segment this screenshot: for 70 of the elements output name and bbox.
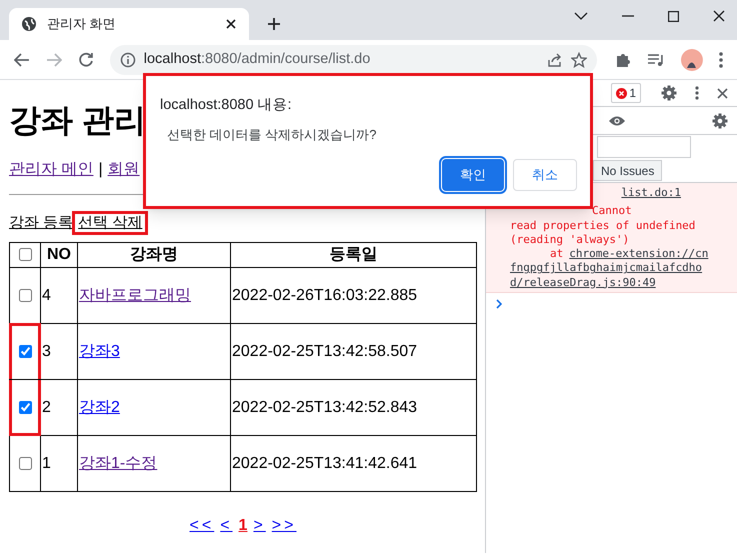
share-icon[interactable] <box>547 52 564 68</box>
row-checkbox[interactable] <box>18 344 32 358</box>
minimize-icon[interactable] <box>622 15 634 17</box>
action-link[interactable]: 강좌 등록 <box>9 214 74 232</box>
page-heading: 강좌 관리 <box>9 101 146 139</box>
course-link[interactable]: 자바프로그래밍 <box>79 286 191 304</box>
settings-icon[interactable] <box>661 85 677 101</box>
error-text: (reading 'always') <box>510 232 630 248</box>
dialog-message: 선택한 데이터를 삭제하시겠습니까? <box>167 126 376 144</box>
globe-icon <box>21 16 37 32</box>
select-all-checkbox[interactable] <box>18 248 32 262</box>
address-bar[interactable]: localhost:8080/admin/course/list.do <box>110 44 598 74</box>
table-cell: 1 <box>40 436 78 492</box>
info-icon <box>120 52 136 68</box>
page-link[interactable]: 1 <box>238 514 248 538</box>
error-text: read properties of undefined <box>510 218 696 233</box>
page-link[interactable]: << <box>190 514 214 538</box>
error-text: Cannot <box>592 204 632 219</box>
back-arrow-icon[interactable] <box>14 52 30 66</box>
close-icon[interactable] <box>225 18 237 30</box>
row-checkbox[interactable] <box>18 288 32 302</box>
nav-link[interactable]: 회원 <box>108 160 140 180</box>
close-icon[interactable] <box>713 10 725 22</box>
dialog-title: localhost:8080 내용: <box>160 96 292 115</box>
avatar-icon[interactable] <box>681 48 704 70</box>
settings-icon[interactable] <box>712 112 728 128</box>
column-header: NO <box>40 242 78 268</box>
url-text: localhost:8080/admin/course/list.do <box>144 50 372 69</box>
column-header: 등록일 <box>230 242 476 268</box>
prompt-icon <box>496 299 502 310</box>
ok-button[interactable]: 확인 <box>442 159 504 191</box>
tab-title: 관리자 화면 <box>47 15 117 34</box>
playlist-icon[interactable] <box>647 52 666 66</box>
browser-tab[interactable]: 관리자 화면 <box>9 8 249 40</box>
cancel-button[interactable]: 취소 <box>513 159 577 191</box>
puzzle-icon[interactable] <box>615 52 632 68</box>
issues-button[interactable]: No Issues <box>593 160 662 181</box>
table-cell: 2022-02-25T13:42:52.843 <box>230 380 476 436</box>
table-cell: 4 <box>40 268 78 324</box>
eye-icon[interactable] <box>608 114 626 126</box>
reload-icon[interactable] <box>78 52 94 68</box>
error-icon <box>616 88 628 98</box>
more-vertical-icon[interactable] <box>719 52 724 68</box>
course-link[interactable]: 강좌2 <box>79 398 120 416</box>
filter-field[interactable] <box>597 136 691 158</box>
page-link[interactable]: >> <box>272 514 296 538</box>
nav-separator: | <box>98 160 103 180</box>
column-header: 강좌명 <box>78 242 230 268</box>
stack-trace-line: at chrome-extension://cnfngpgfjllafbghaimjcmailafcdhod/releaseDrag.js:90:49 <box>510 247 710 290</box>
chevron-down-icon[interactable] <box>574 11 588 21</box>
row-checkbox[interactable] <box>18 456 32 470</box>
table-cell: 2022-02-26T16:03:22.885 <box>230 268 476 324</box>
table-cell: 2022-02-25T13:41:42.641 <box>230 436 476 492</box>
star-icon[interactable] <box>571 52 588 68</box>
nav-link[interactable]: 관리자 메인 <box>9 160 94 180</box>
course-link[interactable]: 강좌3 <box>79 342 120 360</box>
error-count-badge[interactable]: 1 <box>611 83 641 103</box>
source-link[interactable]: list.do:1 <box>621 186 681 200</box>
page-link[interactable]: > <box>253 514 266 538</box>
maximize-icon[interactable] <box>668 10 679 22</box>
course-link[interactable]: 강좌1-수정 <box>79 454 158 472</box>
action-link[interactable]: 선택 삭제 <box>75 214 146 232</box>
table-cell: 3 <box>40 324 78 380</box>
table-cell: 2 <box>40 380 78 436</box>
close-icon[interactable] <box>717 88 728 98</box>
more-vertical-icon[interactable] <box>695 86 699 100</box>
page-link[interactable]: < <box>220 514 233 538</box>
table-cell: 2022-02-25T13:42:58.507 <box>230 324 476 380</box>
row-checkbox[interactable] <box>18 400 32 414</box>
plus-icon[interactable] <box>267 17 281 31</box>
